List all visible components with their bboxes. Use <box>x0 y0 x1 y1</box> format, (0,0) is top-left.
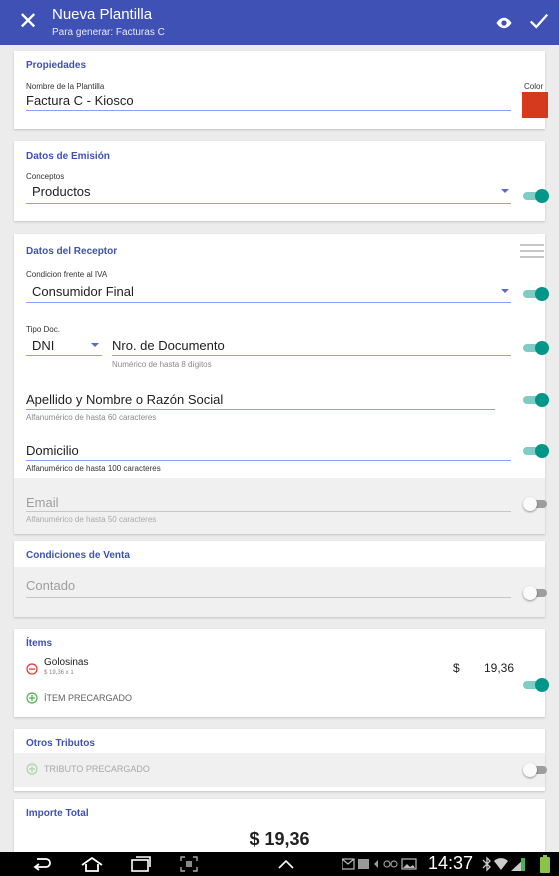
section-title-venta: Condiciones de Venta <box>26 550 130 561</box>
remove-circle-icon[interactable] <box>26 663 38 675</box>
item-currency: $ <box>453 661 460 675</box>
domicilio-input[interactable]: Domicilio <box>26 443 79 458</box>
conceptos-label: Conceptos <box>26 172 65 181</box>
battery-icon <box>540 855 550 873</box>
close-icon[interactable]: ✕ <box>18 8 38 36</box>
section-title-items: Ítems <box>26 638 53 649</box>
add-item-button[interactable]: ÍTEM PRECARGADO <box>44 693 132 703</box>
section-title-emision: Datos de Emisión <box>26 151 110 162</box>
chevron-down-icon <box>501 189 509 193</box>
domicilio-hint: Alfanumérico de hasta 100 caracteres <box>26 464 161 473</box>
nro-doc-underline <box>112 355 511 356</box>
venta-input[interactable]: Contado <box>26 578 75 593</box>
bluetooth-icon <box>482 856 491 872</box>
email-input[interactable]: Email <box>26 495 59 510</box>
nombre-hint: Alfanumérico de hasta 60 caracteres <box>26 413 157 422</box>
chevron-down-icon <box>501 289 509 293</box>
iva-label: Condicion frente al IVA <box>26 270 108 279</box>
chevron-down-icon <box>91 343 99 347</box>
email-underline <box>26 511 511 512</box>
iva-underline <box>26 302 511 303</box>
emision-card: Datos de Emisión Conceptos Productos <box>14 141 549 221</box>
tributos-card: Otros Tributos TRIBUTO PRECARGADO <box>14 729 547 791</box>
template-name-label: Nombre de la Plantilla <box>26 82 105 91</box>
home-icon[interactable] <box>80 856 104 872</box>
section-title-receptor: Datos del Receptor <box>26 246 118 257</box>
list-icon[interactable] <box>520 243 544 259</box>
color-picker[interactable] <box>522 92 548 118</box>
propiedades-card: Propiedades Nombre de la Plantilla Factu… <box>14 51 548 129</box>
add-tributo-button[interactable]: TRIBUTO PRECARGADO <box>44 764 150 774</box>
chevron-up-icon[interactable] <box>276 858 296 870</box>
item-toggle[interactable] <box>523 676 549 694</box>
conceptos-select[interactable]: Productos <box>32 184 91 199</box>
page-title: Nueva Plantilla <box>52 6 153 23</box>
domicilio-toggle[interactable] <box>523 442 549 460</box>
wifi-icon <box>494 858 508 870</box>
tributos-toggle[interactable] <box>523 761 549 779</box>
tipo-doc-label: Tipo Doc. <box>26 325 60 334</box>
conceptos-underline <box>26 203 511 204</box>
email-hint: Alfanumérico de hasta 50 caracteres <box>26 515 157 524</box>
nombre-underline <box>26 409 495 410</box>
template-name-underline <box>26 110 511 111</box>
section-title-tributos: Otros Tributos <box>26 738 95 749</box>
item-detail: $ 19,36 x 1 <box>44 670 74 676</box>
nombre-input[interactable]: Apellido y Nombre o Razón Social <box>26 392 223 407</box>
venta-disabled-row <box>14 567 545 617</box>
signal-icon <box>511 858 525 871</box>
items-card: Ítems Golosinas $ 19,36 x 1 $ 19,36 ÍTEM… <box>14 629 549 717</box>
page-subtitle: Para generar: Facturas C <box>52 27 165 38</box>
section-title-total: Importe Total <box>26 808 89 819</box>
tipo-doc-select[interactable]: DNI <box>32 338 54 353</box>
iva-toggle[interactable] <box>523 285 549 303</box>
add-circle-icon[interactable] <box>26 692 38 704</box>
back-icon[interactable] <box>32 856 52 872</box>
system-navbar: 14:37 <box>0 852 559 876</box>
venta-card: Condiciones de Venta Contado <box>14 541 547 617</box>
nro-doc-hint: Numérico de hasta 8 dígitos <box>112 360 212 369</box>
status-clock: 14:37 <box>428 853 474 873</box>
domicilio-underline <box>26 460 511 461</box>
item-name: Golosinas <box>44 657 89 668</box>
nro-doc-input[interactable]: Nro. de Documento <box>112 338 225 353</box>
add-circle-icon <box>26 763 38 775</box>
notification-icons <box>342 858 417 870</box>
email-disabled-row <box>14 478 545 534</box>
app-bar: ✕ Nueva Plantilla Para generar: Facturas… <box>0 0 559 45</box>
total-amount: $ 19,36 <box>249 829 310 849</box>
nombre-toggle[interactable] <box>523 391 549 409</box>
tipo-doc-underline <box>26 355 102 356</box>
screenshot-icon[interactable] <box>180 856 198 872</box>
recents-icon[interactable] <box>130 856 152 872</box>
email-toggle[interactable] <box>523 495 549 513</box>
eye-icon[interactable] <box>495 14 513 32</box>
venta-underline <box>26 597 511 598</box>
template-name-input[interactable]: Factura C - Kiosco <box>26 93 134 108</box>
nro-doc-toggle[interactable] <box>523 339 549 357</box>
total-card: Importe Total $ 19,36 <box>14 799 545 852</box>
venta-toggle[interactable] <box>523 584 549 602</box>
conceptos-toggle[interactable] <box>523 187 549 205</box>
receptor-card: Datos del Receptor Condicion frente al I… <box>14 234 549 534</box>
iva-select[interactable]: Consumidor Final <box>32 284 134 299</box>
section-title-propiedades: Propiedades <box>26 60 87 71</box>
item-amount: 19,36 <box>484 661 515 675</box>
color-label: Color <box>524 82 544 91</box>
check-icon[interactable] <box>528 10 550 32</box>
